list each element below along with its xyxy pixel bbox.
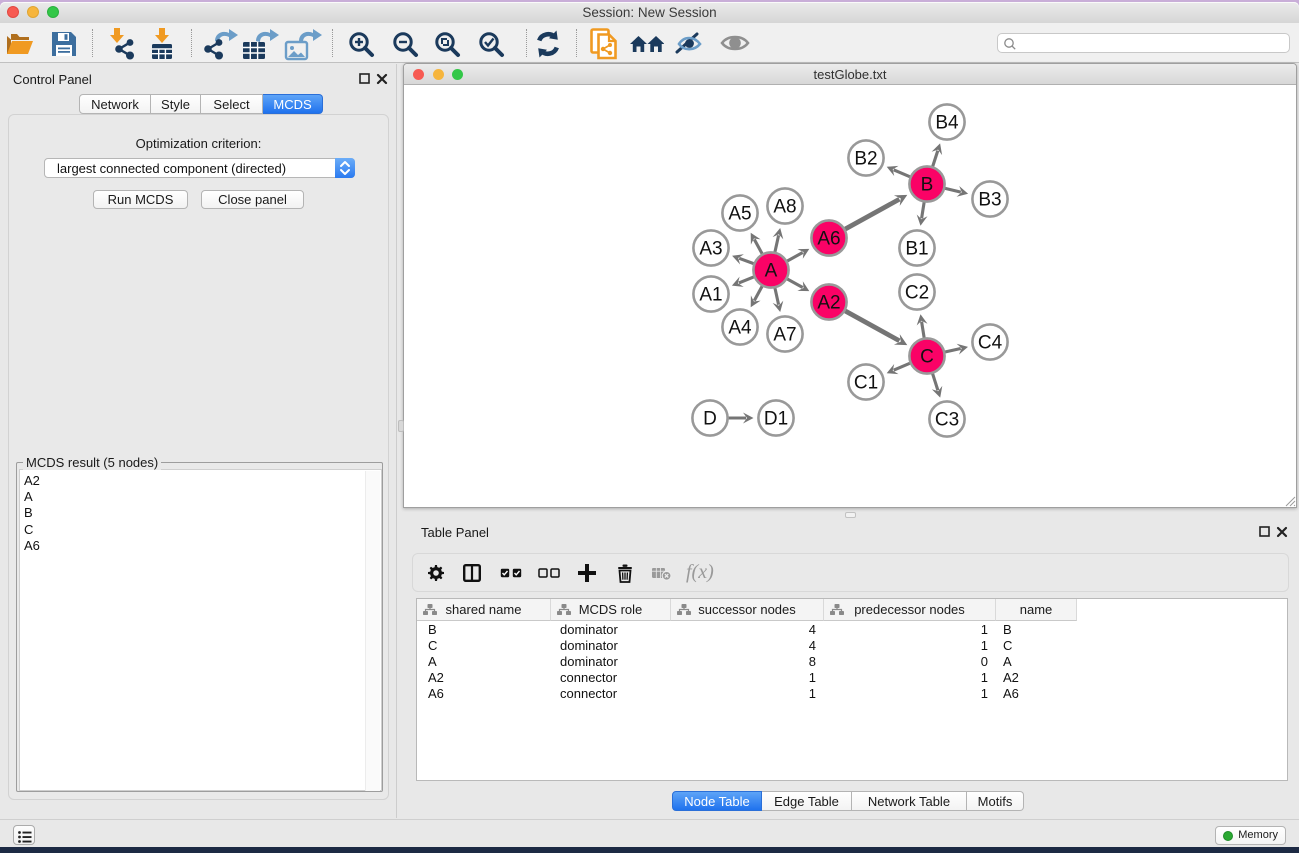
svg-text:A4: A4 [728, 318, 752, 339]
svg-text:A8: A8 [773, 197, 796, 218]
svg-text:B1: B1 [905, 239, 928, 260]
svg-text:A5: A5 [728, 204, 751, 225]
svg-text:B2: B2 [854, 149, 877, 170]
svg-text:C3: C3 [935, 410, 959, 431]
svg-text:D1: D1 [764, 409, 788, 430]
svg-text:C: C [920, 347, 934, 368]
svg-text:A: A [765, 261, 778, 282]
svg-text:C1: C1 [854, 373, 878, 394]
svg-text:B: B [921, 175, 934, 196]
svg-text:C4: C4 [978, 333, 1003, 354]
svg-text:A1: A1 [699, 285, 722, 306]
svg-text:B4: B4 [935, 113, 959, 134]
svg-text:A7: A7 [773, 325, 796, 346]
svg-text:A3: A3 [699, 239, 722, 260]
svg-text:A2: A2 [817, 293, 840, 314]
svg-text:B3: B3 [978, 190, 1001, 211]
svg-text:D: D [703, 409, 717, 430]
svg-text:C2: C2 [905, 283, 929, 304]
svg-text:A6: A6 [817, 229, 840, 250]
